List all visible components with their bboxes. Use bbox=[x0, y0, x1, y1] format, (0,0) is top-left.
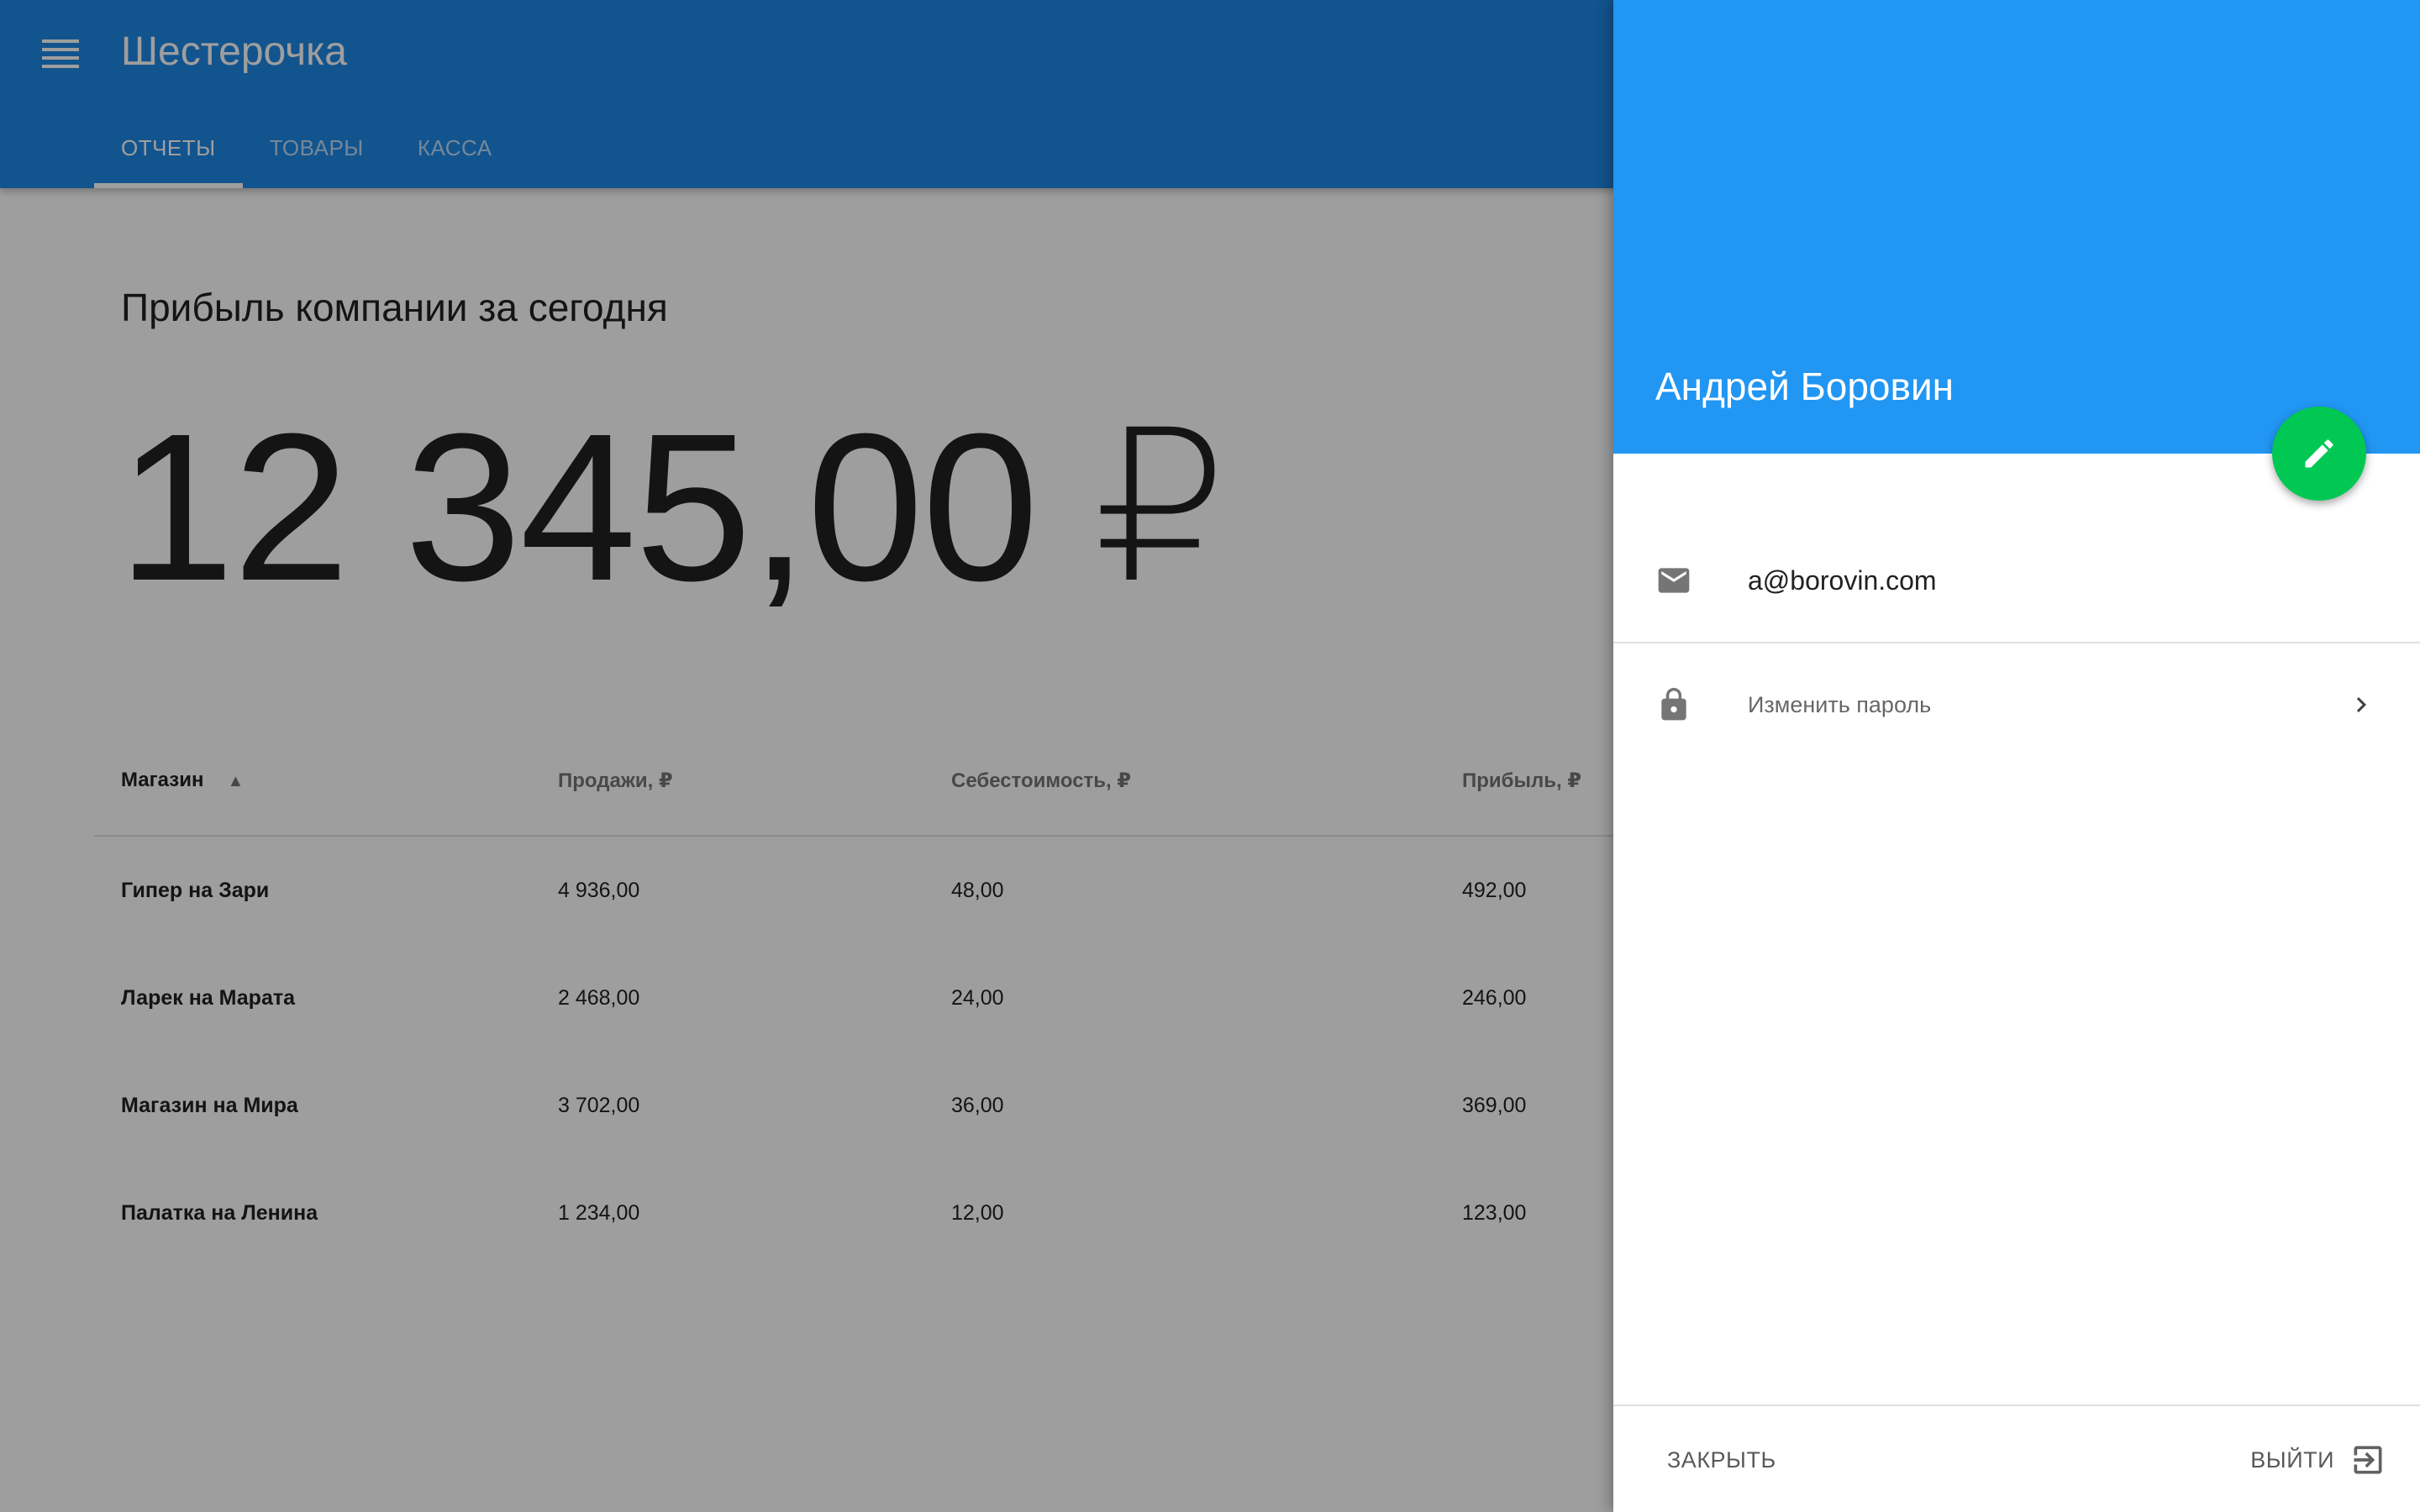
edit-profile-button[interactable] bbox=[2272, 407, 2366, 501]
change-password-label: Изменить пароль bbox=[1748, 691, 1932, 717]
user-name: Андрей Боровин bbox=[1655, 365, 1954, 408]
close-button[interactable]: ЗАКРЫТЬ bbox=[1667, 1436, 1776, 1483]
logout-button[interactable]: ВЫЙТИ bbox=[2250, 1436, 2386, 1483]
drawer-header: Андрей Боровин bbox=[1613, 0, 2420, 454]
change-password-row[interactable]: Изменить пароль bbox=[1613, 643, 2420, 766]
email-row: a@borovin.com bbox=[1613, 519, 2420, 643]
lock-icon bbox=[1655, 686, 1692, 723]
email-icon bbox=[1655, 562, 1692, 599]
logout-icon bbox=[2354, 1446, 2382, 1474]
email-value: a@borovin.com bbox=[1748, 564, 1937, 596]
pencil-icon bbox=[2305, 439, 2333, 468]
chevron-right-icon bbox=[2344, 688, 2378, 722]
profile-drawer: Андрей Боровин a@borovin.com Изменить па… bbox=[1613, 0, 2420, 1512]
drawer-footer: ЗАКРЫТЬ ВЫЙТИ bbox=[1613, 1404, 2420, 1512]
logout-label: ВЫЙТИ bbox=[2250, 1446, 2334, 1473]
